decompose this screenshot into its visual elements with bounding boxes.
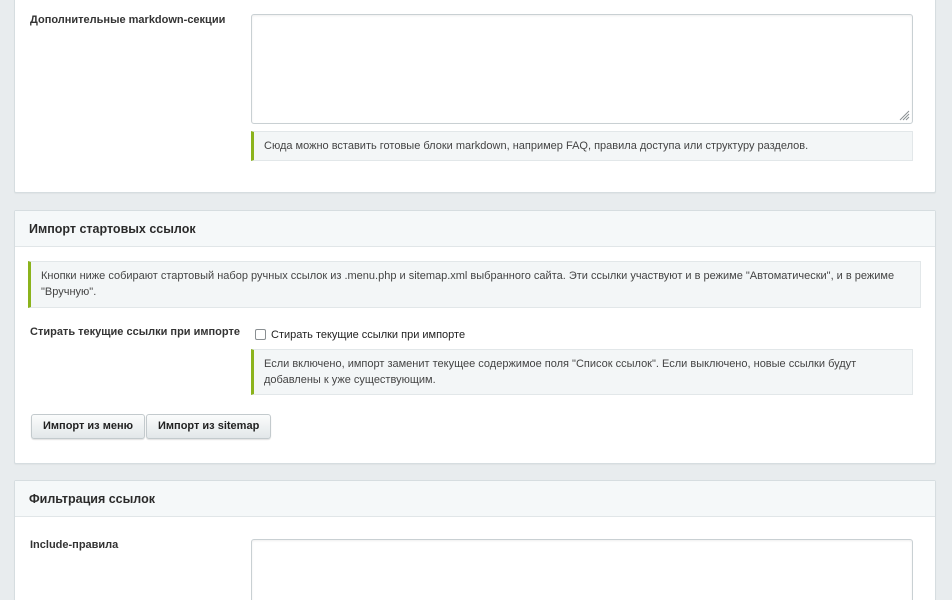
import-notice: Кнопки ниже собирают стартовый набор руч…	[28, 261, 921, 308]
erase-links-hint: Если включено, импорт заменит текущее со…	[251, 349, 913, 395]
import-links-title: Импорт стартовых ссылок	[15, 211, 935, 247]
link-filtering-panel: Фильтрация ссылок Include-правила	[14, 480, 936, 600]
import-links-panel: Импорт стартовых ссылок Кнопки ниже соби…	[14, 210, 936, 464]
markdown-sections-hint: Сюда можно вставить готовые блоки markdo…	[251, 131, 913, 161]
resize-grip-icon[interactable]	[899, 110, 910, 121]
markdown-sections-panel: Дополнительные markdown-секции Сюда можн…	[14, 0, 936, 193]
erase-links-checkbox-label[interactable]: Стирать текущие ссылки при импорте	[271, 329, 465, 341]
erase-links-label: Стирать текущие ссылки при импорте	[30, 326, 240, 338]
field-label-markdown: Дополнительные markdown-секции	[30, 14, 226, 26]
import-from-sitemap-button[interactable]: Импорт из sitemap	[146, 414, 272, 439]
settings-page: Дополнительные markdown-секции Сюда можн…	[0, 0, 952, 600]
erase-links-checkbox[interactable]	[255, 329, 266, 340]
import-from-menu-button[interactable]: Импорт из меню	[31, 414, 146, 439]
markdown-sections-textarea[interactable]	[251, 14, 913, 124]
link-filtering-title: Фильтрация ссылок	[15, 481, 935, 517]
include-rules-label: Include-правила	[30, 539, 119, 551]
include-rules-textarea[interactable]	[251, 539, 913, 600]
